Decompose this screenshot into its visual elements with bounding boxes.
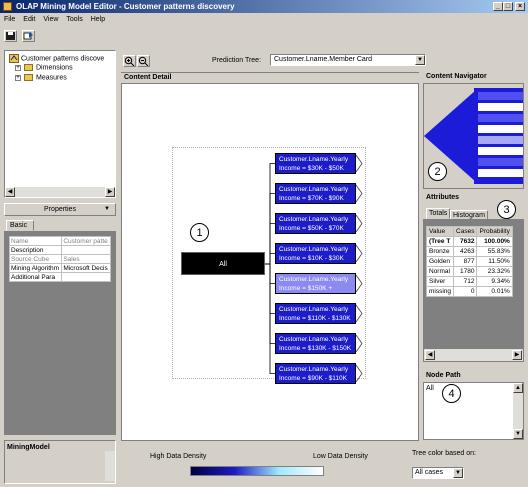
table-row[interactable]: Normal 1780 23.32% [425, 266, 513, 277]
legend-low-label: Low Data Density [313, 453, 368, 460]
probability-cell: 9.34% [476, 276, 513, 287]
tree-connector [265, 253, 275, 265]
tree-node[interactable]: Customer.Lname.Yearly Income = $70K - $9… [275, 183, 356, 204]
attributes-horizontal-scrollbar[interactable]: ◀ ▶ [424, 349, 523, 361]
tree-node[interactable]: Customer.Lname.Yearly Income = $50K - $7… [275, 213, 356, 234]
cases-cell: 0 [453, 286, 478, 297]
tree-node-label: Customer.Lname.Yearly Income = $50K - $7… [279, 216, 349, 232]
tree-root-node[interactable]: All [181, 252, 265, 275]
scroll-up-button[interactable]: ▲ [513, 383, 523, 393]
tree-node-label: Customer.Lname.Yearly Income = $130K - $… [279, 336, 352, 352]
tree-node[interactable]: Customer.Lname.Yearly Income = $130K - $… [275, 333, 356, 354]
scroll-right-button[interactable]: ▶ [512, 350, 522, 360]
callout-2: 2 [428, 162, 447, 181]
column-header[interactable]: Cases [453, 226, 478, 237]
cases-cell: 877 [453, 256, 478, 267]
value-cell: Normal [425, 266, 455, 277]
tree-node[interactable]: Customer.Lname.Yearly Income = $150K + [275, 273, 356, 294]
tree-node-label: Customer.Lname.Yearly Income = $110K - $… [279, 306, 351, 322]
tree-color-value: All cases [415, 469, 444, 476]
table-row[interactable]: missing 0 0.01% [425, 286, 513, 297]
value-cell: missing [425, 286, 455, 297]
callout-3: 3 [497, 200, 516, 219]
legend-high-label: High Data Density [150, 453, 207, 460]
value-cell: Golden [425, 256, 455, 267]
tree-node[interactable]: Customer.Lname.Yearly Income = $30K - $5… [275, 153, 356, 174]
content-navigator-title: Content Navigator [426, 73, 487, 80]
node-expand-icon[interactable] [355, 244, 363, 263]
node-path-scrollbar[interactable]: ▲ ▼ [513, 383, 523, 439]
callout-4: 4 [442, 384, 461, 403]
value-cell: (Tree T [425, 236, 455, 247]
cases-cell: 7632 [453, 236, 478, 247]
chevron-down-icon[interactable]: ▼ [453, 468, 463, 478]
tree-connector [265, 263, 275, 374]
cases-cell: 1780 [453, 266, 478, 277]
cases-cell: 712 [453, 276, 478, 287]
node-expand-icon[interactable] [355, 214, 363, 233]
table-row[interactable]: Golden 877 11.50% [425, 256, 513, 267]
attributes-title: Attributes [426, 194, 460, 201]
value-cell: Silver [425, 276, 455, 287]
root-node-label: All [219, 261, 227, 268]
table-row[interactable]: Bronze 4263 55.83% [425, 246, 513, 257]
node-path-value: All [426, 385, 434, 392]
node-expand-icon[interactable] [355, 364, 363, 383]
cases-cell: 4263 [453, 246, 478, 257]
attributes-table: Value Cases Probability (Tree T 7632 100.0… [425, 226, 513, 297]
tree-node-label: Customer.Lname.Yearly Income = $90K - $1… [279, 366, 349, 382]
table-row[interactable]: (Tree T 7632 100.00% [425, 236, 513, 247]
attributes-panel: Value Cases Probability (Tree T 7632 100.0… [423, 219, 524, 362]
content-navigator-header: Content Navigator [423, 72, 524, 83]
tree-color-select[interactable]: All cases ▼ [412, 467, 464, 479]
node-expand-icon[interactable] [355, 184, 363, 203]
node-path-pane: All ▲ ▼ [423, 382, 524, 440]
table-header-row: Value Cases Probability [425, 226, 513, 237]
node-expand-icon[interactable] [355, 334, 363, 353]
tab-totals[interactable]: Totals [426, 208, 450, 219]
probability-cell: 55.83% [476, 246, 513, 257]
density-gradient-bar [190, 466, 324, 476]
node-path-title: Node Path [426, 372, 461, 379]
tree-node[interactable]: Customer.Lname.Yearly Income = $10K - $3… [275, 243, 356, 264]
probability-cell: 11.50% [476, 256, 513, 267]
tree-node-label: Customer.Lname.Yearly Income = $30K - $5… [279, 156, 349, 172]
tree-node[interactable]: Customer.Lname.Yearly Income = $90K - $1… [275, 363, 356, 384]
probability-cell: 23.32% [476, 266, 513, 277]
tree-node-label: Customer.Lname.Yearly Income = $10K - $3… [279, 246, 349, 262]
node-expand-icon[interactable] [355, 304, 363, 323]
column-header[interactable]: Probability [476, 226, 513, 237]
probability-cell: 0.01% [476, 286, 513, 297]
scroll-left-button[interactable]: ◀ [425, 350, 435, 360]
column-header[interactable]: Value [425, 226, 455, 237]
tree-node-label: Customer.Lname.Yearly Income = $150K + [279, 276, 349, 292]
tree-color-label: Tree color based on: [412, 450, 476, 457]
tree-node[interactable]: Customer.Lname.Yearly Income = $110K - $… [275, 303, 356, 324]
value-cell: Bronze [425, 246, 455, 257]
callout-1: 1 [190, 223, 209, 242]
scroll-down-button[interactable]: ▼ [513, 429, 523, 439]
tab-totals-label: Totals [429, 210, 448, 217]
node-expand-icon[interactable] [355, 154, 363, 173]
node-path-header: Node Path [423, 371, 524, 382]
node-expand-icon[interactable] [355, 274, 363, 293]
probability-cell: 100.00% [476, 236, 513, 247]
tab-histogram-label: Histogram [453, 212, 485, 219]
tree-node-label: Customer.Lname.Yearly Income = $70K - $9… [279, 186, 349, 202]
table-row[interactable]: Silver 712 9.34% [425, 276, 513, 287]
